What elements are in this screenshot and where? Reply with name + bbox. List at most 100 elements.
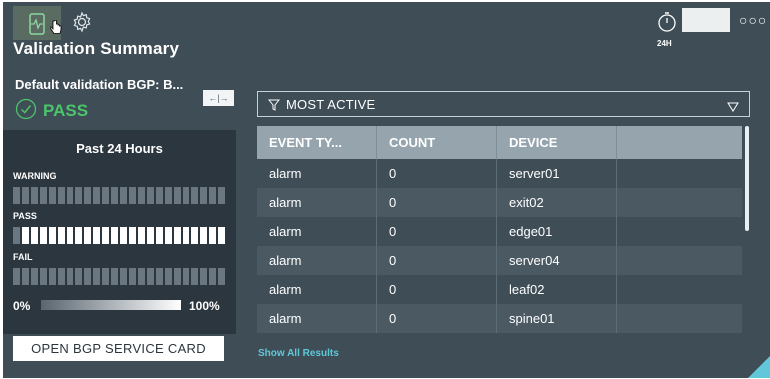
- table-scrollbar[interactable]: [745, 126, 749, 231]
- history-segment: [39, 227, 47, 244]
- column-header-count[interactable]: COUNT: [377, 126, 497, 159]
- card-size-toggle[interactable]: [682, 8, 730, 32]
- hand-cursor-icon: [49, 19, 62, 41]
- cell-count: 0: [377, 246, 497, 275]
- history-segment: [191, 187, 199, 204]
- filter-value: MOST ACTIVE: [286, 97, 376, 112]
- validation-summary-card: Validation Summary 24H ○○○ Default valid…: [3, 2, 770, 378]
- warning-label: WARNING: [13, 171, 57, 181]
- history-segment: [182, 268, 190, 285]
- cell-event-type: alarm: [257, 246, 377, 275]
- column-header-device[interactable]: DEVICE: [497, 126, 617, 159]
- resize-handle[interactable]: [748, 356, 770, 378]
- card-title: Validation Summary: [13, 39, 180, 58]
- cell-device: exit02: [497, 188, 617, 217]
- history-segment: [120, 268, 127, 285]
- history-segment: [30, 268, 38, 285]
- table-row[interactable]: alarm 0 server01: [257, 159, 742, 188]
- history-segment: [200, 187, 208, 204]
- history-panel: Past 24 Hours WARNING PASS FAIL 0% 100%: [3, 130, 236, 334]
- table-row[interactable]: alarm 0 edge01: [257, 217, 742, 246]
- gear-icon[interactable]: [71, 11, 93, 38]
- legend-gradient: [41, 300, 181, 310]
- cell-extra: [617, 304, 742, 333]
- history-segment: [209, 227, 217, 244]
- history-segment: [209, 268, 217, 285]
- history-segment: [21, 187, 29, 204]
- history-segment: [84, 187, 92, 204]
- history-segment: [48, 227, 56, 244]
- history-segment: [191, 227, 199, 244]
- history-segment: [75, 187, 83, 204]
- history-segment: [173, 268, 181, 285]
- table-row[interactable]: alarm 0 spine01: [257, 304, 742, 333]
- history-segment: [93, 268, 101, 285]
- history-segment: [13, 268, 20, 285]
- history-segment: [66, 227, 74, 244]
- status-badge: PASS: [43, 101, 89, 120]
- cell-count: 0: [377, 159, 497, 188]
- stopwatch-icon: [658, 12, 676, 32]
- column-header-extra: [617, 126, 742, 159]
- history-segment: [111, 187, 119, 204]
- cell-event-type: alarm: [257, 275, 377, 304]
- history-segment: [218, 187, 226, 204]
- history-segment: [111, 227, 119, 244]
- history-segment: [75, 227, 83, 244]
- history-segment: [21, 268, 29, 285]
- time-range-selector[interactable]: 24H: [656, 10, 680, 48]
- history-segment: [84, 268, 92, 285]
- cell-extra: [617, 217, 742, 246]
- history-segment: [75, 268, 83, 285]
- cell-extra: [617, 188, 742, 217]
- warning-history-bar: [13, 187, 226, 204]
- history-segment: [30, 187, 38, 204]
- cell-count: 0: [377, 275, 497, 304]
- history-segment: [128, 268, 136, 285]
- history-segment: [218, 227, 226, 244]
- monitor-heartbeat-icon: [25, 12, 49, 41]
- history-segment: [39, 268, 47, 285]
- history-segment: [57, 268, 65, 285]
- cell-device: server01: [497, 159, 617, 188]
- history-segment: [13, 227, 20, 244]
- history-segment: [128, 227, 136, 244]
- history-segment: [21, 227, 29, 244]
- history-segment: [39, 187, 47, 204]
- period-label: Past 24 Hours: [76, 141, 163, 156]
- table-row[interactable]: alarm 0 server04: [257, 246, 742, 275]
- cell-count: 0: [377, 217, 497, 246]
- history-segment: [155, 227, 163, 244]
- chevron-down-icon: [727, 99, 739, 117]
- history-segment: [164, 187, 172, 204]
- cell-event-type: alarm: [257, 188, 377, 217]
- history-segment: [155, 187, 163, 204]
- history-segment: [200, 268, 208, 285]
- column-header-event-type[interactable]: EVENT TY...: [257, 126, 377, 159]
- check-circle-icon: [15, 98, 37, 125]
- expand-button[interactable]: ←|→: [203, 90, 234, 106]
- cell-extra: [617, 159, 742, 188]
- history-segment: [218, 268, 226, 285]
- history-segment: [102, 187, 110, 204]
- history-segment: [146, 268, 154, 285]
- filter-dropdown[interactable]: MOST ACTIVE: [257, 91, 750, 117]
- events-panel: MOST ACTIVE EVENT TY... COUNT DEVICE ala…: [236, 70, 770, 378]
- cell-device: edge01: [497, 217, 617, 246]
- history-segment: [93, 187, 101, 204]
- history-segment: [191, 268, 199, 285]
- history-segment: [200, 227, 208, 244]
- history-segment: [137, 268, 145, 285]
- show-all-results-link[interactable]: Show All Results: [258, 348, 339, 359]
- cell-extra: [617, 275, 742, 304]
- fail-label: FAIL: [13, 252, 33, 262]
- cell-device: server04: [497, 246, 617, 275]
- more-options-icon[interactable]: ○○○: [739, 12, 767, 28]
- cell-extra: [617, 246, 742, 275]
- pass-history-bar: [13, 227, 226, 244]
- history-segment: [128, 187, 136, 204]
- open-bgp-service-card-button[interactable]: OPEN BGP SERVICE CARD: [13, 336, 224, 361]
- table-row[interactable]: alarm 0 leaf02: [257, 275, 742, 304]
- table-row[interactable]: alarm 0 exit02: [257, 188, 742, 217]
- cell-device: leaf02: [497, 275, 617, 304]
